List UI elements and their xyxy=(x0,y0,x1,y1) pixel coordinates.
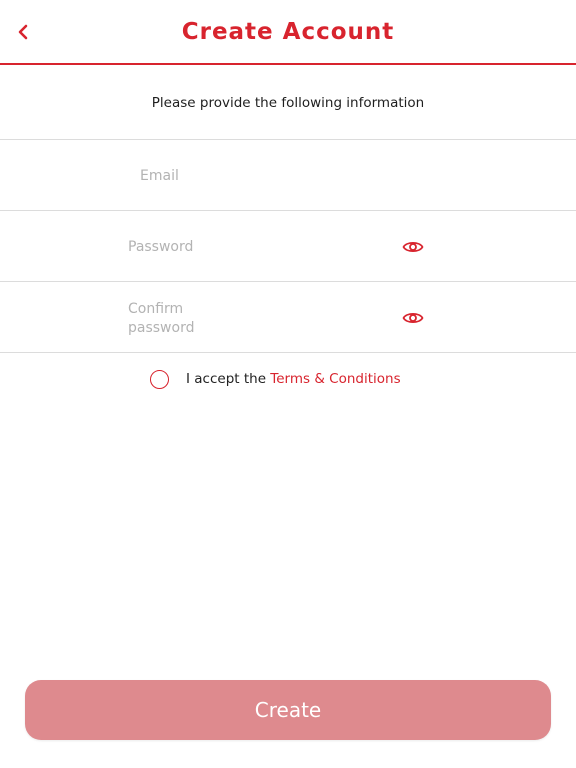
password-row xyxy=(0,211,576,282)
eye-icon xyxy=(402,312,424,324)
terms-row: I accept the Terms & Conditions xyxy=(150,366,401,392)
email-field[interactable] xyxy=(140,166,440,186)
terms-prefix: I accept the xyxy=(186,371,271,387)
header-bar: Create Account xyxy=(0,0,576,65)
terms-text: I accept the Terms & Conditions xyxy=(186,371,401,387)
confirm-password-visibility-toggle[interactable] xyxy=(401,308,425,328)
confirm-password-field[interactable]: Confirm password xyxy=(128,300,218,338)
eye-icon xyxy=(402,241,424,253)
confirm-password-row: Confirm password xyxy=(0,282,576,353)
password-field[interactable] xyxy=(128,237,378,257)
intro-text: Please provide the following information xyxy=(151,95,425,111)
intro-section: Please provide the following information xyxy=(0,65,576,140)
page-title: Create Account xyxy=(181,19,395,45)
terms-link[interactable]: Terms & Conditions xyxy=(270,371,400,387)
create-account-screen: Create Account Please provide the follow… xyxy=(0,0,576,768)
terms-checkbox[interactable] xyxy=(150,369,169,389)
password-visibility-toggle[interactable] xyxy=(401,237,425,257)
email-row xyxy=(0,140,576,211)
create-button[interactable]: Create xyxy=(25,680,551,740)
